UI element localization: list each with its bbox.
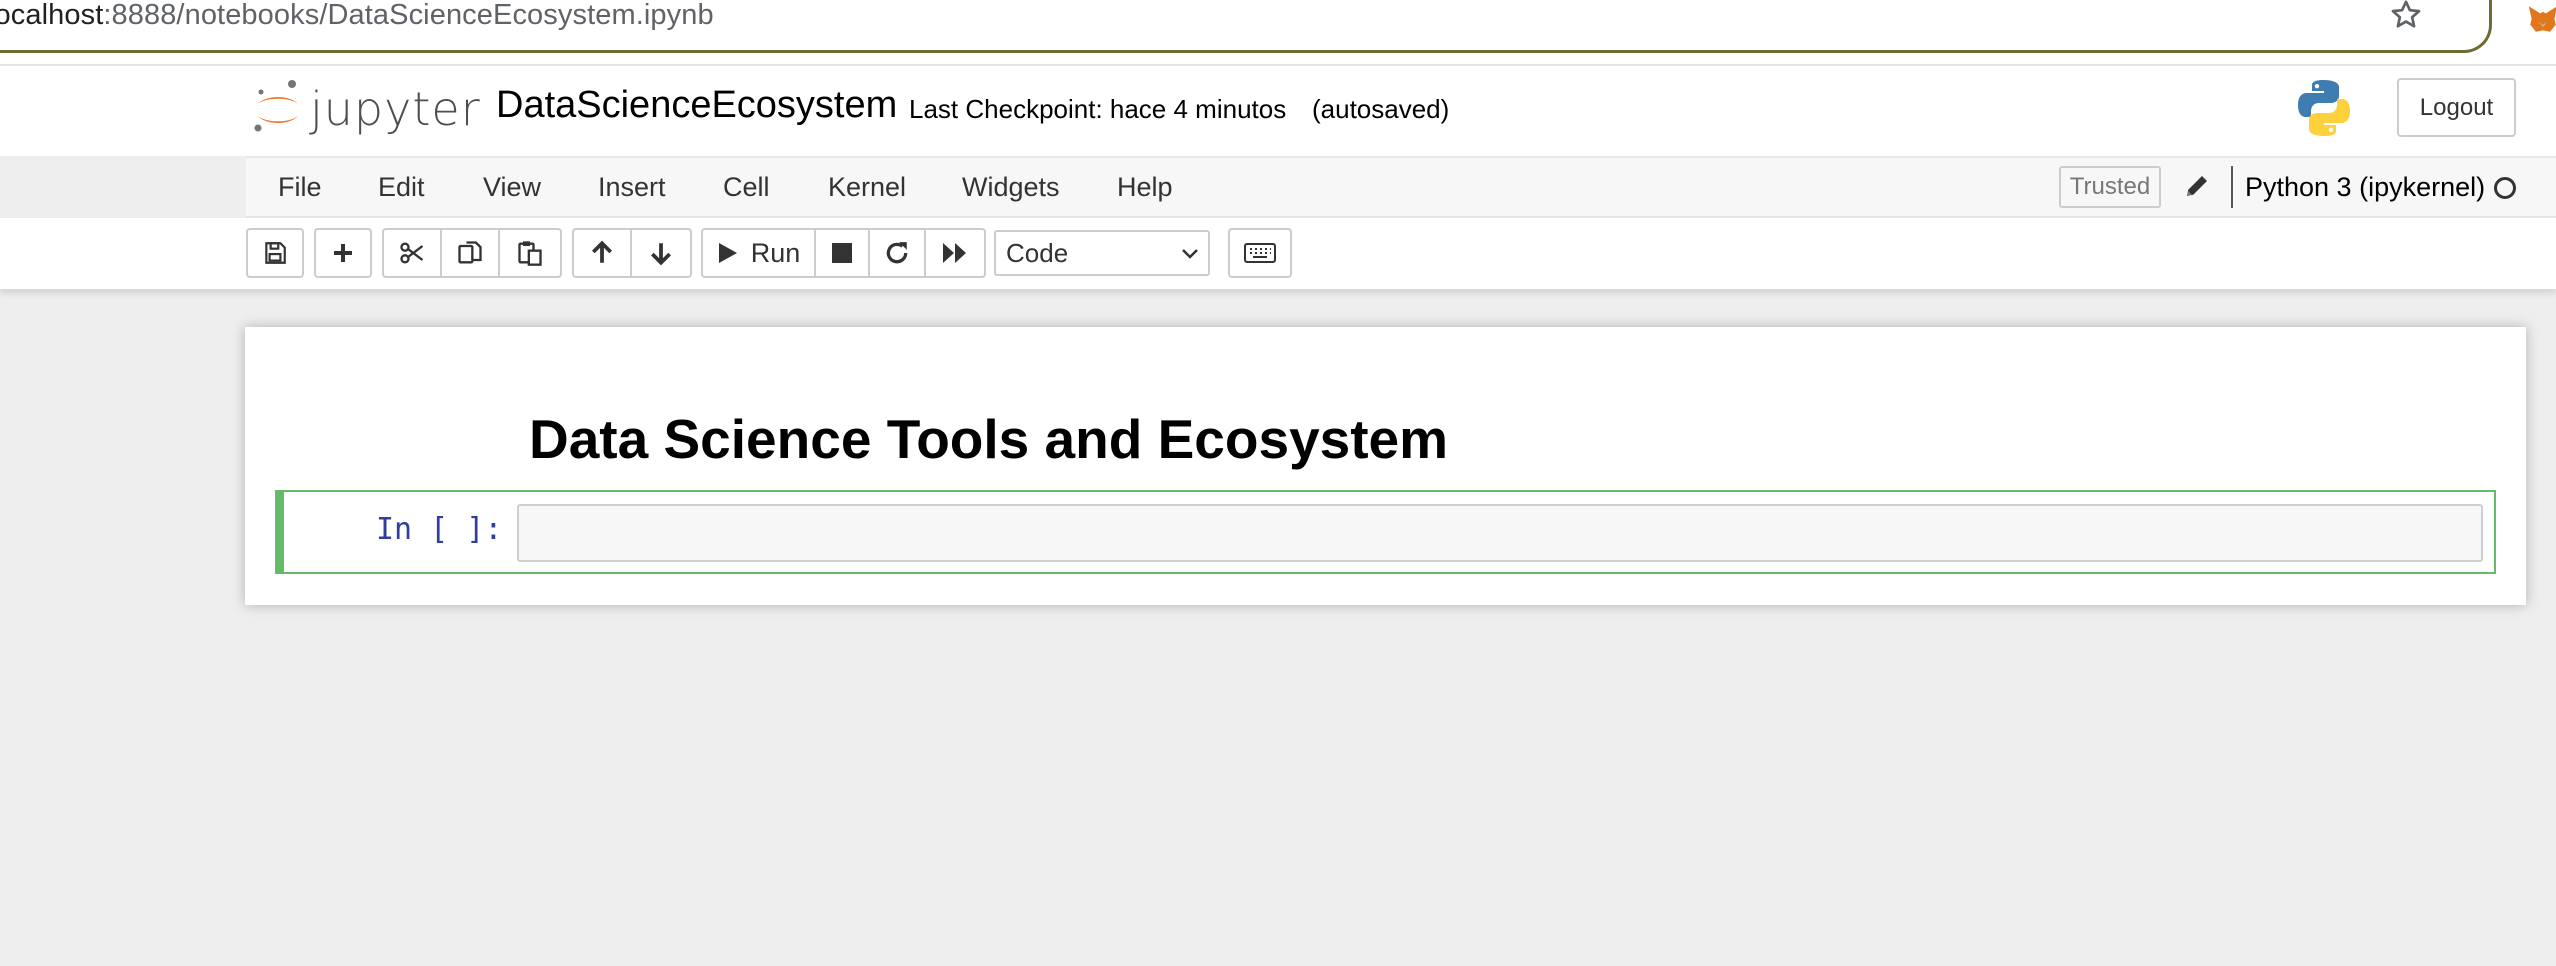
menu-view[interactable]: View <box>483 172 541 203</box>
menu-edit[interactable]: Edit <box>378 172 425 203</box>
cell-type-select[interactable]: Code <box>994 230 1210 276</box>
notebook-name[interactable]: DataScienceEcosystem <box>496 84 897 127</box>
kernel-name[interactable]: Python 3 (ipykernel) <box>2245 172 2485 203</box>
url-host: localhost <box>0 0 104 31</box>
stop-icon <box>832 243 852 263</box>
menu-kernel[interactable]: Kernel <box>828 172 906 203</box>
paste-icon <box>518 241 542 266</box>
jupyter-logo-text: jupyter <box>310 82 481 136</box>
menu-widgets[interactable]: Widgets <box>962 172 1060 203</box>
keyboard-icon <box>1244 243 1276 263</box>
menubar: File Edit View Insert Cell Kernel Widget… <box>246 156 2556 218</box>
code-input-area[interactable] <box>517 504 2483 562</box>
copy-button[interactable] <box>440 228 500 278</box>
bookmark-star-icon[interactable] <box>2388 0 2424 33</box>
restart-button[interactable] <box>868 228 926 278</box>
browser-address-bar: localhost:8888/notebooks/DataScienceEcos… <box>0 0 2556 64</box>
cut-icon <box>400 242 424 264</box>
restart-icon <box>886 242 908 264</box>
autosave-status: (autosaved) <box>1312 94 1450 124</box>
jupyter-logo[interactable]: jupyter <box>252 78 480 138</box>
run-label: Run <box>750 237 801 268</box>
chevron-down-icon <box>1182 249 1198 259</box>
play-icon <box>718 243 737 263</box>
notebook-container: Data Science Tools and Ecosystem In [ ]: <box>245 327 2526 605</box>
url-text[interactable]: localhost:8888/notebooks/DataScienceEcos… <box>0 0 714 32</box>
cut-button[interactable] <box>382 228 442 278</box>
cell-input-prompt: In [ ]: <box>376 512 503 547</box>
menu-cell[interactable]: Cell <box>723 172 770 203</box>
save-icon <box>265 242 286 264</box>
copy-icon <box>458 241 482 264</box>
pencil-icon[interactable] <box>2182 171 2212 201</box>
kernel-divider <box>2231 166 2233 208</box>
cell-type-value: Code <box>1006 237 1069 268</box>
arrow-up-icon <box>591 240 613 263</box>
checkpoint-status: Last Checkpoint: hace 4 minutos <box>909 94 1287 124</box>
paste-button[interactable] <box>498 228 562 278</box>
insert-cell-button[interactable] <box>314 228 372 278</box>
save-button[interactable] <box>246 228 304 278</box>
trusted-indicator[interactable]: Trusted <box>2059 166 2161 208</box>
menu-insert[interactable]: Insert <box>598 172 666 203</box>
command-palette-button[interactable] <box>1228 228 1292 278</box>
move-up-button[interactable] <box>572 228 632 278</box>
url-path: :8888/notebooks/DataScienceEcosystem.ipy… <box>103 0 714 31</box>
toolbar: Run Code <box>0 218 2556 290</box>
restart-run-all-button[interactable] <box>924 228 986 278</box>
metamask-fox-icon[interactable] <box>2526 2 2556 36</box>
run-button[interactable]: Run <box>701 228 816 278</box>
interrupt-button[interactable] <box>814 228 870 278</box>
url-field[interactable]: localhost:8888/notebooks/DataScienceEcos… <box>0 0 2492 53</box>
menu-help[interactable]: Help <box>1117 172 1173 203</box>
code-cell-selected[interactable]: In [ ]: <box>275 490 2496 574</box>
markdown-cell-heading[interactable]: Data Science Tools and Ecosystem <box>529 407 1448 471</box>
move-down-button[interactable] <box>630 228 692 278</box>
jupyter-header: jupyter DataScienceEcosystem Last Checkp… <box>0 64 2556 156</box>
fast-forward-icon <box>943 243 966 263</box>
logout-button[interactable]: Logout <box>2397 78 2516 137</box>
arrow-down-icon <box>650 243 672 266</box>
jupyter-logo-icon <box>254 80 298 132</box>
python-logo-icon <box>2298 80 2350 136</box>
kernel-idle-indicator <box>2494 177 2516 199</box>
plus-icon <box>334 244 352 262</box>
menu-file[interactable]: File <box>278 172 322 203</box>
